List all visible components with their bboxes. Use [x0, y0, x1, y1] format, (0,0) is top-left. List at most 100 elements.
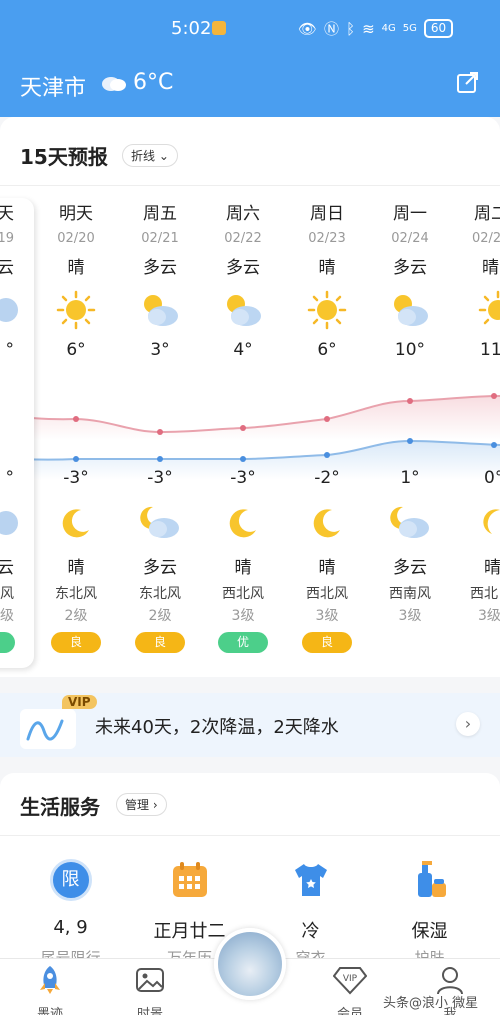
- battery-icon: 60: [423, 19, 454, 38]
- chevron-right-icon[interactable]: ›: [456, 712, 480, 736]
- service-skincare[interactable]: 保湿 护肤: [367, 855, 492, 967]
- forecast-day[interactable]: 周二 02/2 晴 11 0° 晴 西北 3级: [452, 200, 500, 624]
- aqi-badge: 良: [302, 632, 352, 653]
- service-value: 保湿: [411, 921, 448, 942]
- calendar-icon: [172, 862, 207, 897]
- night-weather: 晴: [234, 558, 252, 578]
- low-temp: -3°: [230, 468, 256, 488]
- 5g-signal-icon: 5G: [402, 23, 417, 34]
- wind-level: 级: [0, 608, 14, 624]
- share-icon[interactable]: [455, 69, 481, 95]
- sun-icon: [285, 282, 369, 338]
- night-weather: 云: [0, 558, 14, 578]
- svg-text:VIP: VIP: [343, 974, 358, 984]
- high-temp: 6°: [317, 340, 337, 360]
- wind-direction: 东北风: [55, 586, 97, 602]
- low-temp: °: [5, 468, 15, 488]
- forecast-day[interactable]: 周日 02/23 晴 6° -2° 晴 西北风 3级 良: [285, 200, 369, 653]
- moon-icon: [452, 500, 500, 546]
- day-name: 周日: [310, 204, 344, 224]
- day-weather: 多云: [393, 258, 427, 278]
- partly-cloudy-icon: [118, 282, 202, 338]
- divider: [0, 835, 500, 836]
- sun-icon: [452, 282, 500, 338]
- low-temp: 0°: [484, 468, 500, 488]
- wind-level: 3级: [315, 608, 339, 624]
- day-weather: 晴: [318, 258, 336, 278]
- low-temp: 1°: [400, 468, 420, 488]
- day-name: 周一: [393, 204, 427, 224]
- wind-direction: 西北风: [306, 586, 348, 602]
- day-name: 周二: [474, 204, 500, 224]
- current-temperature: 6°C: [133, 70, 174, 95]
- wind-level: 3级: [231, 608, 255, 624]
- wind-direction: 西北: [470, 586, 498, 602]
- day-date: 02/24: [391, 231, 429, 246]
- live-scene-button[interactable]: [214, 928, 286, 1000]
- night-weather: 晴: [67, 558, 85, 578]
- cloud-icon: [0, 500, 29, 546]
- service-calendar[interactable]: 正月廿二 万年历: [127, 855, 252, 967]
- night-weather: 晴: [318, 558, 336, 578]
- chart-mode-toggle[interactable]: 折线 ⌄: [122, 144, 178, 167]
- forecast-day[interactable]: 明天 02/20 晴 6° -3° 晴 东北风 2级 良: [34, 200, 118, 653]
- low-temp: -2°: [314, 468, 340, 488]
- night-weather: 多云: [143, 558, 177, 578]
- aqi-badge: 优: [218, 632, 268, 653]
- cloud-icon: [102, 77, 126, 91]
- city-name[interactable]: 天津市: [20, 70, 86, 102]
- wind-level: 3级: [398, 608, 422, 624]
- nav-item-scenes[interactable]: 时景: [100, 965, 200, 1015]
- wind-direction: 风: [0, 586, 14, 602]
- high-temp: 11: [480, 340, 500, 360]
- service-traffic-limit[interactable]: 限 4, 9 尾号限行: [8, 855, 133, 967]
- high-temp: °: [5, 340, 15, 360]
- aqi-badge: 良: [51, 632, 101, 653]
- shirt-icon: [294, 864, 327, 896]
- day-date: 02/2: [472, 231, 500, 246]
- wind-direction: 东北风: [139, 586, 181, 602]
- sun-icon: [34, 282, 118, 338]
- user-icon: [437, 967, 463, 995]
- aqi-badge: 良: [135, 632, 185, 653]
- day-weather: 多云: [226, 258, 260, 278]
- day-date: 02/20: [57, 231, 95, 246]
- chevron-down-icon: ⌄: [158, 149, 169, 163]
- nav-label: 墨迹: [36, 1007, 63, 1015]
- manage-button[interactable]: 管理 ›: [116, 793, 167, 816]
- forecast-day[interactable]: 周六 02/22 多云 4° -3° 晴 西北风 3级 优: [201, 200, 285, 653]
- nav-label: 时景: [136, 1007, 163, 1015]
- high-temp: 10°: [394, 340, 426, 360]
- 4g-signal-icon: 4G: [381, 23, 396, 34]
- forecast-day-today[interactable]: 天 19 云 ° ° 云 风 级: [0, 200, 29, 653]
- temperature-curve: [0, 393, 500, 480]
- status-icons: 👁 Ⓝ ᛒ ≋ 4G 5G 60: [298, 18, 454, 39]
- moon-icon: [201, 500, 285, 546]
- forecast-day[interactable]: 周五 02/21 多云 3° -3° 多云 东北风 2级 良: [118, 200, 202, 653]
- night-weather: 晴: [484, 558, 500, 578]
- night-weather: 多云: [393, 558, 427, 578]
- day-weather: 晴: [482, 258, 499, 278]
- vip-diamond-icon: VIP: [332, 967, 368, 995]
- night-cloudy-icon: [368, 500, 452, 546]
- chart-mode-label: 折线: [131, 149, 156, 163]
- service-clothing[interactable]: 冷 穿衣: [248, 855, 373, 967]
- chevron-right-icon: ›: [152, 798, 158, 812]
- vip-forecast-banner[interactable]: VIP 未来40天，2次降温，2天降水 ›: [0, 693, 500, 757]
- wind-level: 2级: [148, 608, 172, 624]
- wifi-icon: ≋: [362, 19, 375, 38]
- forecast-day[interactable]: 周一 02/24 多云 10° 1° 多云 西南风 3级: [368, 200, 452, 624]
- service-value: 4, 9: [53, 917, 88, 938]
- day-date: 02/23: [308, 231, 346, 246]
- day-weather: 多云: [143, 258, 177, 278]
- notification-badge-icon: [212, 21, 226, 35]
- photo-icon: [136, 968, 164, 992]
- manage-label: 管理: [125, 798, 150, 812]
- high-temp: 6°: [66, 340, 86, 360]
- day-name: 天: [0, 204, 14, 224]
- partly-cloudy-icon: [368, 282, 452, 338]
- cloud-icon: [0, 282, 29, 338]
- nav-item-moji[interactable]: 墨迹: [0, 965, 100, 1015]
- wind-level: 3级: [478, 608, 500, 624]
- vip-forecast-text: 未来40天，2次降温，2天降水: [95, 717, 339, 738]
